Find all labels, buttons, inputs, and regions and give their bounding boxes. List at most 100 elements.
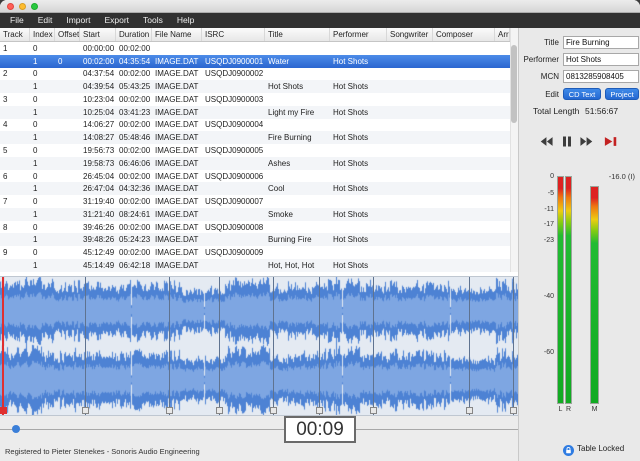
- menu-help[interactable]: Help: [170, 13, 201, 28]
- table-row[interactable]: 6 0 26:45:04 00:02:00 IMAGE.DAT USQDJ090…: [0, 170, 510, 183]
- cell-arranger: [495, 195, 510, 208]
- column-header-file-name[interactable]: File Name: [152, 28, 202, 41]
- column-header-performer[interactable]: Performer: [330, 28, 387, 41]
- menu-edit[interactable]: Edit: [31, 13, 60, 28]
- cell-songwriter: [387, 80, 433, 93]
- table-scrollbar-thumb[interactable]: [511, 45, 517, 123]
- column-header-index[interactable]: Index: [30, 28, 55, 41]
- waveform-display[interactable]: [0, 277, 518, 415]
- table-locked-label[interactable]: Table Locked: [577, 444, 624, 453]
- cell-performer: [330, 119, 387, 132]
- column-header-track[interactable]: Track: [0, 28, 30, 41]
- track-marker-handle[interactable]: [466, 407, 473, 414]
- cell-offset: [55, 233, 80, 246]
- table-row[interactable]: 9 0 45:12:49 00:02:00 IMAGE.DAT USQDJ090…: [0, 246, 510, 259]
- cell-performer: [330, 42, 387, 55]
- column-header-isrc[interactable]: ISRC: [202, 28, 265, 41]
- track-marker-handle[interactable]: [370, 407, 377, 414]
- table-row[interactable]: 1 31:21:40 08:24:61 IMAGE.DAT Smoke Hot …: [0, 208, 510, 221]
- track-marker[interactable]: [169, 277, 170, 415]
- table-row[interactable]: 1 45:14:49 06:42:18 IMAGE.DAT Hot, Hot, …: [0, 259, 510, 272]
- cell-track: [0, 106, 30, 119]
- menu-tools[interactable]: Tools: [136, 13, 170, 28]
- zoom-button[interactable]: [31, 3, 38, 10]
- table-row[interactable]: 5 0 19:56:73 00:02:00 IMAGE.DAT USQDJ090…: [0, 144, 510, 157]
- cell-arranger: [495, 80, 510, 93]
- cell-performer: Hot Shots: [330, 106, 387, 119]
- cell-performer: [330, 246, 387, 259]
- table-row[interactable]: 2 0 04:37:54 00:02:00 IMAGE.DAT USQDJ090…: [0, 68, 510, 81]
- disc-title-input[interactable]: [563, 36, 639, 49]
- cell-file-name: IMAGE.DAT: [152, 119, 202, 132]
- cell-offset: [55, 80, 80, 93]
- cell-file-name: IMAGE.DAT: [152, 170, 202, 183]
- cell-isrc: [202, 208, 265, 221]
- menu-file[interactable]: File: [3, 13, 31, 28]
- column-header-start[interactable]: Start: [80, 28, 116, 41]
- track-marker[interactable]: [319, 277, 320, 415]
- cell-duration: 00:02:00: [116, 93, 152, 106]
- column-header-arranger[interactable]: Arranger: [495, 28, 510, 41]
- cell-songwriter: [387, 195, 433, 208]
- table-row[interactable]: 1 26:47:04 04:32:36 IMAGE.DAT Cool Hot S…: [0, 182, 510, 195]
- seek-slider-track[interactable]: [0, 429, 518, 430]
- minimize-button[interactable]: [19, 3, 26, 10]
- table-row[interactable]: 1 0 00:02:00 04:35:54 IMAGE.DAT USQDJ090…: [0, 55, 510, 68]
- menu-export[interactable]: Export: [97, 13, 136, 28]
- track-marker-handle[interactable]: [216, 407, 223, 414]
- cell-start: 45:14:49: [80, 259, 116, 272]
- table-row[interactable]: 1 10:25:04 03:41:23 IMAGE.DAT Light my F…: [0, 106, 510, 119]
- cell-track: [0, 182, 30, 195]
- cd-text-button[interactable]: CD Text: [563, 88, 601, 100]
- mcn-input[interactable]: [563, 70, 639, 83]
- track-marker-handle[interactable]: [316, 407, 323, 414]
- cell-arranger: [495, 221, 510, 234]
- titlebar[interactable]: [0, 0, 640, 13]
- track-marker-handle[interactable]: [166, 407, 173, 414]
- disc-performer-input[interactable]: [563, 53, 639, 66]
- cell-offset: [55, 195, 80, 208]
- meter-mono-label: M: [590, 406, 599, 413]
- total-length-value: 51:56:67: [585, 106, 618, 116]
- cell-file-name: IMAGE.DAT: [152, 144, 202, 157]
- close-button[interactable]: [7, 3, 14, 10]
- table-row[interactable]: 4 0 14:06:27 00:02:00 IMAGE.DAT USQDJ090…: [0, 119, 510, 132]
- table-row[interactable]: 8 0 39:46:26 00:02:00 IMAGE.DAT USQDJ090…: [0, 221, 510, 234]
- fast-forward-button[interactable]: [580, 134, 596, 148]
- playhead-handle[interactable]: [0, 407, 7, 414]
- pause-button[interactable]: [561, 134, 577, 148]
- column-header-duration[interactable]: Duration: [116, 28, 152, 41]
- cell-composer: [433, 208, 495, 221]
- table-row[interactable]: 3 0 10:23:04 00:02:00 IMAGE.DAT USQDJ090…: [0, 93, 510, 106]
- track-marker[interactable]: [373, 277, 374, 415]
- track-marker[interactable]: [513, 277, 514, 415]
- table-row[interactable]: 7 0 31:19:40 00:02:00 IMAGE.DAT USQDJ090…: [0, 195, 510, 208]
- cell-composer: [433, 221, 495, 234]
- track-marker[interactable]: [273, 277, 274, 415]
- track-marker[interactable]: [469, 277, 470, 415]
- rewind-button[interactable]: [539, 134, 555, 148]
- cell-composer: [433, 233, 495, 246]
- play-button[interactable]: [604, 134, 620, 148]
- column-header-composer[interactable]: Composer: [433, 28, 495, 41]
- table-row[interactable]: 1 14:08:27 05:48:46 IMAGE.DAT Fire Burni…: [0, 131, 510, 144]
- cell-songwriter: [387, 93, 433, 106]
- track-marker[interactable]: [219, 277, 220, 415]
- cell-arranger: [495, 170, 510, 183]
- project-button[interactable]: Project: [605, 88, 639, 100]
- seek-slider-thumb[interactable]: [12, 425, 20, 433]
- column-header-songwriter[interactable]: Songwriter: [387, 28, 433, 41]
- track-marker-handle[interactable]: [510, 407, 517, 414]
- table-locked-icon[interactable]: [563, 443, 574, 454]
- track-marker-handle[interactable]: [82, 407, 89, 414]
- table-row[interactable]: 1 04:39:54 05:43:25 IMAGE.DAT Hot Shots …: [0, 80, 510, 93]
- playhead[interactable]: [2, 277, 4, 415]
- track-marker-handle[interactable]: [270, 407, 277, 414]
- table-row[interactable]: 1 39:48:26 05:24:23 IMAGE.DAT Burning Fi…: [0, 233, 510, 246]
- track-marker[interactable]: [85, 277, 86, 415]
- table-row[interactable]: 1 0 00:00:00 00:02:00: [0, 42, 510, 55]
- column-header-title[interactable]: Title: [265, 28, 330, 41]
- menu-import[interactable]: Import: [59, 13, 97, 28]
- column-header-offset[interactable]: Offset: [55, 28, 80, 41]
- table-row[interactable]: 1 19:58:73 06:46:06 IMAGE.DAT Ashes Hot …: [0, 157, 510, 170]
